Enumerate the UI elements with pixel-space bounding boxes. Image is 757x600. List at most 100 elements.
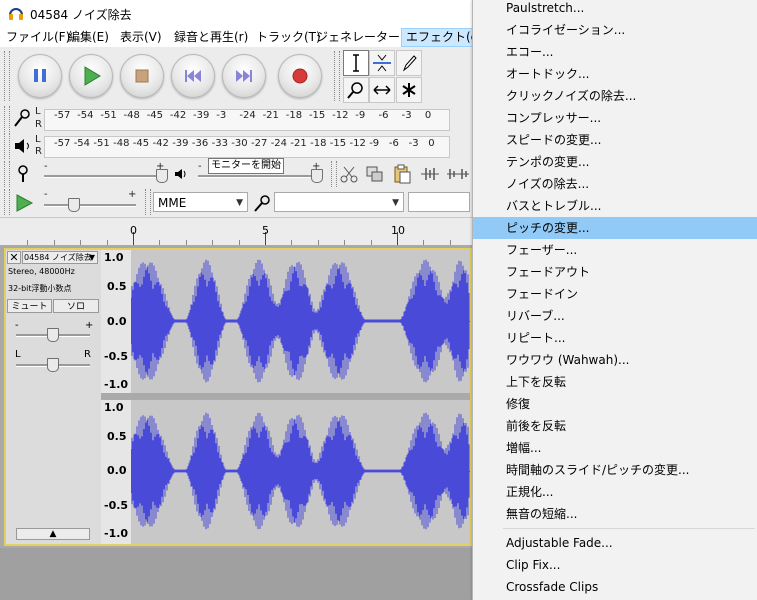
menu-item-repair[interactable]: 修復 (473, 393, 757, 415)
menu-item-click-removal[interactable]: クリックノイズの除去... (473, 85, 757, 107)
envelope-tool-button[interactable] (369, 50, 395, 76)
menu-item-bass-treble[interactable]: バスとトレブル... (473, 195, 757, 217)
skip-start-button[interactable] (171, 54, 215, 98)
ruler-label: 10 (391, 224, 405, 237)
menu-item-adjustable-fade[interactable]: Adjustable Fade... (473, 532, 757, 554)
zoom-tool-button[interactable] (343, 77, 369, 103)
meter-scale-label: 0 (428, 138, 435, 149)
meter-scale-label: -51 (100, 110, 117, 121)
toolbar-grip[interactable] (4, 161, 10, 187)
collapse-track-button[interactable]: ▲ (16, 528, 90, 540)
pause-button[interactable] (18, 54, 62, 98)
time-shift-tool-button[interactable] (369, 77, 395, 103)
audio-host-select[interactable]: MME ▼ (153, 192, 248, 212)
menu-item-phaser[interactable]: フェーザー... (473, 239, 757, 261)
meter-scale-label: -18 (285, 110, 303, 121)
input-volume-track[interactable] (44, 175, 164, 178)
menu-item-change-pitch[interactable]: ピッチの変更... (473, 217, 757, 239)
audio-host-value: MME (158, 196, 187, 210)
menu-item-wahwah[interactable]: ワウワウ (Wahwah)... (473, 349, 757, 371)
menu-item-paulstretch[interactable]: Paulstretch... (473, 0, 757, 19)
input-volume-slider[interactable] (156, 169, 168, 183)
meter-scale-label: -51 (93, 138, 110, 149)
track-name-button[interactable]: 04584 ノイズ除去 ▼ (22, 251, 98, 264)
track-control-panel: ✕ 04584 ノイズ除去 ▼ Stereo, 48000Hz 32-bit浮動… (6, 250, 102, 544)
trim-audio-icon[interactable] (419, 164, 441, 184)
menu-item-change-tempo[interactable]: テンポの変更... (473, 151, 757, 173)
menu-item-crossfade-clips[interactable]: Crossfade Clips (473, 576, 757, 598)
selection-tool-button[interactable] (343, 50, 369, 76)
channels-select[interactable] (408, 192, 470, 212)
toolbar-grip[interactable] (4, 189, 10, 215)
output-volume-slider[interactable] (311, 169, 323, 183)
toolbar-grip[interactable] (4, 51, 10, 101)
toolbar-grip[interactable] (4, 106, 10, 132)
menu-item-change-speed[interactable]: スピードの変更... (473, 129, 757, 151)
menu-transport[interactable]: 録音と再生(r) (174, 29, 248, 46)
paste-icon[interactable] (392, 163, 412, 185)
menu-item-repeat[interactable]: リピート... (473, 327, 757, 349)
menu-item-normalize[interactable]: 正規化... (473, 481, 757, 503)
silence-audio-icon[interactable] (446, 164, 470, 184)
menu-item-reverb[interactable]: リバーブ... (473, 305, 757, 327)
menu-item-fade-in[interactable]: フェードイン (473, 283, 757, 305)
menu-item-sliding-stretch[interactable]: 時間軸のスライド/ピッチの変更... (473, 459, 757, 481)
mute-button[interactable]: ミュート (7, 299, 52, 313)
stop-button[interactable] (120, 54, 164, 98)
microphone-icon[interactable] (12, 107, 34, 131)
play-at-speed-icon[interactable] (14, 193, 34, 213)
menu-item-invert[interactable]: 上下を反転 (473, 371, 757, 393)
toolbar-grip[interactable] (331, 161, 337, 187)
menu-item-echo[interactable]: エコー... (473, 41, 757, 63)
menu-file[interactable]: ファイル(F) (6, 29, 70, 46)
speaker-icon[interactable] (12, 135, 34, 157)
meter-scale-label: -21 (290, 138, 307, 149)
right-channel-wave (131, 412, 470, 530)
timeline-ruler[interactable]: 0 5 10 (0, 217, 472, 246)
meter-scale-label: -24 (270, 138, 288, 149)
menu-item-noise-reduction[interactable]: ノイズの除去... (473, 173, 757, 195)
record-button[interactable] (278, 54, 322, 98)
play-button[interactable] (69, 54, 113, 98)
menu-item-reverse[interactable]: 前後を反転 (473, 415, 757, 437)
menu-edit[interactable]: 編集(E) (68, 29, 109, 46)
draw-tool-button[interactable] (396, 50, 422, 76)
toolbar-grip[interactable] (145, 189, 151, 215)
menu-item-amplify[interactable]: 増幅... (473, 437, 757, 459)
effect-menu: Paulstretch... イコライゼーション... エコー... オートドッ… (472, 0, 757, 600)
multi-tool-button[interactable] (396, 77, 422, 103)
play-speed-track[interactable] (44, 204, 136, 207)
close-track-button[interactable]: ✕ (7, 251, 21, 264)
menu-item-fade-out[interactable]: フェードアウト (473, 261, 757, 283)
menu-item-equalization[interactable]: イコライゼーション... (473, 19, 757, 41)
meter-scale-label: -48 (123, 110, 140, 121)
scissors-icon[interactable] (339, 164, 359, 184)
play-speed-plus: + (128, 189, 137, 200)
menu-item-auto-duck[interactable]: オートドック... (473, 63, 757, 85)
recording-device-select[interactable]: ▼ (274, 192, 404, 212)
waveform (131, 259, 470, 530)
output-volume-minus: - (198, 161, 202, 172)
chevron-down-icon: ▼ (88, 253, 95, 262)
pan-slider[interactable] (47, 358, 59, 372)
speaker-icon (175, 169, 186, 179)
menu-item-clip-fix[interactable]: Clip Fix... (473, 554, 757, 576)
menu-item-compressor[interactable]: コンプレッサー... (473, 107, 757, 129)
play-speed-slider[interactable] (68, 198, 80, 212)
meter-scale-label: -24 (239, 110, 256, 121)
output-volume-track[interactable] (198, 175, 320, 178)
play-icon (84, 66, 101, 86)
skip-end-button[interactable] (222, 54, 266, 98)
solo-button[interactable]: ソロ (53, 299, 99, 313)
gain-slider[interactable] (47, 328, 59, 342)
copy-icon[interactable] (365, 164, 385, 184)
meter-scale-label: -39 (193, 110, 210, 121)
menu-tracks[interactable]: トラック(T) (256, 29, 321, 46)
record-icon (292, 68, 308, 84)
toolbar-grip[interactable] (4, 133, 10, 159)
menu-view[interactable]: 表示(V) (120, 29, 162, 46)
meter-scale-label: -9 (369, 138, 380, 149)
menu-item-truncate-silence[interactable]: 無音の短縮... (473, 503, 757, 525)
toolbar-grip[interactable] (334, 51, 340, 101)
track-name: 04584 ノイズ除去 (24, 253, 92, 262)
